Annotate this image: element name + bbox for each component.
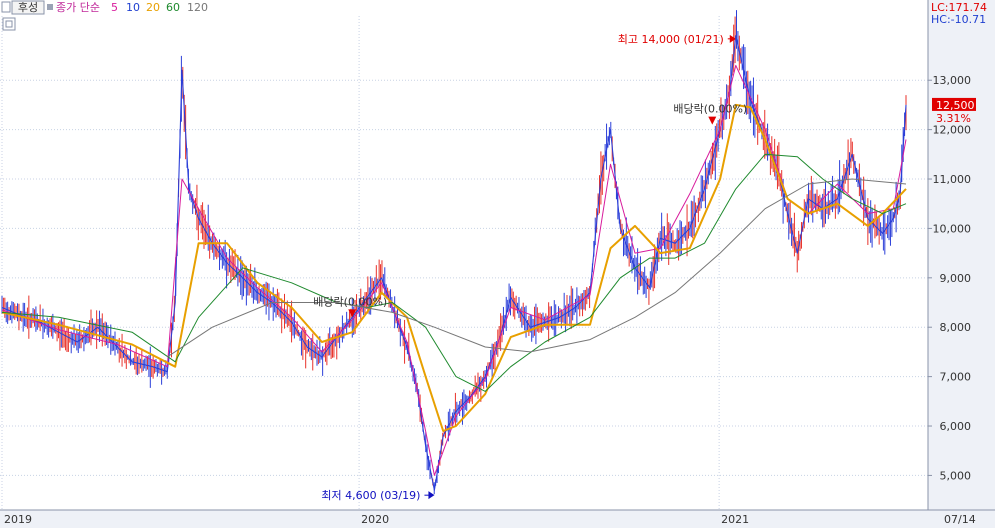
y-tick-label: 5,000 <box>940 469 972 482</box>
current-price-tag: 12,500 3.31% <box>932 97 976 125</box>
y-tick-label: 6,000 <box>940 420 972 433</box>
low-annotation: 최저 4,600 (03/19) <box>321 489 420 502</box>
x-tick-label: 2020 <box>361 513 389 526</box>
settings-box-icon[interactable] <box>2 17 16 31</box>
high-annotation: 최고 14,000 (01/21) <box>618 33 724 46</box>
chart-background <box>0 0 995 528</box>
current-price-label: 12,500 <box>936 99 975 112</box>
current-price-change: 3.31% <box>936 112 971 125</box>
x-axis-panel <box>0 510 995 528</box>
stock-chart[interactable]: 최고 14,000 (01/21) 최저 4,600 (03/19) 배당락(0.0… <box>0 0 995 528</box>
y-tick-label: 13,000 <box>933 74 972 87</box>
legend-ma10[interactable]: 10 <box>126 1 140 14</box>
legend-ma60[interactable]: 60 <box>166 1 180 14</box>
x-tick-label: 2019 <box>4 513 32 526</box>
hc-readout: HC:-10.71 <box>931 13 986 26</box>
legend-ma20[interactable]: 20 <box>146 1 160 14</box>
legend-marker-icon <box>47 4 53 10</box>
y-tick-label: 7,000 <box>940 371 972 384</box>
x-tick-label: 2021 <box>721 513 749 526</box>
legend-ma120[interactable]: 120 <box>187 1 208 14</box>
toolbar-handle-icon[interactable] <box>1 1 11 13</box>
chart-svg: 최고 14,000 (01/21) 최저 4,600 (03/19) 배당락(0.0… <box>0 0 995 528</box>
dividend-annotation: 배당락(0.00%) <box>313 295 387 308</box>
dividend-annotation: 배당락(0.00%) <box>673 103 747 116</box>
y-tick-label: 10,000 <box>933 222 972 235</box>
y-tick-label: 9,000 <box>940 272 972 285</box>
legend-prefix: 종가 단순 <box>56 1 100 14</box>
y-tick-label: 12,000 <box>933 124 972 137</box>
y-tick-label: 11,000 <box>933 173 972 186</box>
x-tick-label: 07/14 <box>944 513 976 526</box>
legend-ma5[interactable]: 5 <box>111 1 118 14</box>
mode-button-label: 후성 <box>18 1 38 14</box>
y-tick-label: 8,000 <box>940 321 972 334</box>
